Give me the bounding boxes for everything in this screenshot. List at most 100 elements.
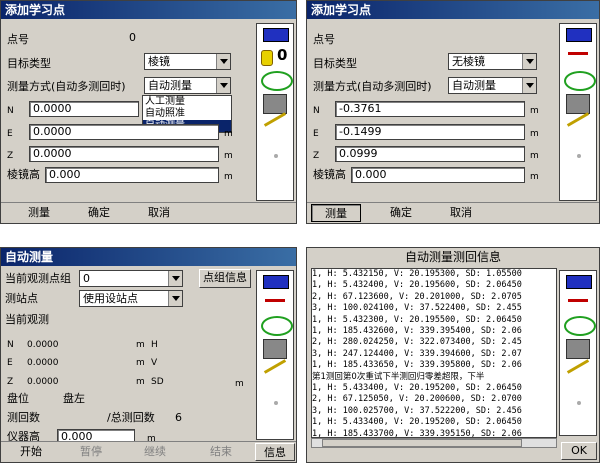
n-field[interactable]: -0.3761 bbox=[335, 101, 525, 117]
log-line: 1, H: 5.432400, V: 20.195600, SD: 2.0645… bbox=[312, 280, 522, 291]
add-point-dialog-1: 添加学习点 点号 0 目标类型 棱镜 测量方式(自动多测回时) 自动测量 人工测… bbox=[0, 0, 297, 224]
option-auto-aim[interactable]: 自动照准 bbox=[143, 108, 231, 120]
e-label: E bbox=[7, 129, 13, 139]
e-field[interactable]: -0.1499 bbox=[335, 124, 525, 140]
total-rounds-value: 6 bbox=[175, 411, 182, 424]
prism-height-field[interactable]: 0.000 bbox=[351, 167, 525, 183]
ok-button[interactable]: 确定 bbox=[79, 204, 119, 222]
dot-icon bbox=[577, 154, 581, 158]
measure-button[interactable]: 测量 bbox=[19, 204, 59, 222]
rounds-label: 测回数 bbox=[7, 411, 40, 424]
z-field[interactable]: 0.0999 bbox=[335, 146, 525, 162]
dot-icon bbox=[274, 401, 278, 405]
continue-button[interactable]: 继续 bbox=[129, 443, 181, 461]
end-button[interactable]: 结束 bbox=[195, 443, 247, 461]
log-line: 1, H: 5.432150, V: 20.195300, SD: 1.0550… bbox=[312, 269, 522, 279]
ok-button[interactable]: 确定 bbox=[381, 204, 421, 222]
satellite-icon bbox=[564, 71, 596, 91]
z-value: 0.0000 bbox=[27, 377, 59, 387]
chevron-down-icon[interactable] bbox=[522, 78, 536, 93]
n-field[interactable]: 0.0000 bbox=[29, 101, 139, 117]
n-label: N bbox=[7, 340, 14, 350]
instrument-icon bbox=[263, 339, 287, 359]
measure-button[interactable]: 测量 bbox=[311, 204, 361, 222]
prism-height-label: 棱镜高 bbox=[313, 168, 346, 181]
target-type-value: 棱镜 bbox=[148, 55, 170, 68]
log-line: 2, H: 280.024250, V: 322.073400, SD: 2.4… bbox=[312, 337, 522, 348]
station-value: 使用设站点 bbox=[83, 292, 138, 305]
chevron-down-icon[interactable] bbox=[168, 271, 182, 286]
info-button[interactable]: 信息 bbox=[255, 443, 295, 461]
laser-icon bbox=[566, 359, 590, 374]
arrow-target-icon bbox=[568, 299, 588, 302]
status-sidebar bbox=[256, 270, 294, 440]
auto-measure-dialog: 自动测量 当前观测点组 0 点组信息 测站点 使用设站点 当前观测 N 0.00… bbox=[0, 247, 297, 463]
prism-unit: m bbox=[224, 172, 233, 182]
group-info-button[interactable]: 点组信息 bbox=[199, 269, 251, 288]
chevron-down-icon[interactable] bbox=[168, 291, 182, 306]
ok-button[interactable]: OK bbox=[561, 442, 597, 460]
log-line: 2, H: 67.125050, V: 20.200600, SD: 2.070… bbox=[312, 394, 522, 405]
battery-icon bbox=[566, 28, 592, 42]
mode-value: 自动测量 bbox=[148, 79, 192, 92]
n-value: 0.0000 bbox=[27, 340, 59, 350]
sd-label: SD bbox=[151, 377, 164, 387]
dot-icon bbox=[274, 154, 278, 158]
instrument-icon bbox=[566, 94, 590, 114]
option-manual[interactable]: 人工测量 bbox=[143, 96, 231, 108]
chevron-down-icon[interactable] bbox=[522, 54, 536, 69]
round-info-dialog: 自动测量测回信息 1, H: 5.432150, V: 20.195300, S… bbox=[306, 247, 600, 463]
z-label: Z bbox=[313, 151, 320, 161]
log-line: 1, H: 185.433650, V: 339.395800, SD: 2.0… bbox=[312, 360, 522, 371]
mode-select[interactable]: 自动测量 bbox=[448, 77, 537, 94]
status-sidebar bbox=[559, 270, 597, 436]
current-obs-label: 当前观测 bbox=[5, 313, 49, 326]
round-info-log[interactable]: 1, H: 5.432150, V: 20.195300, SD: 1.0550… bbox=[311, 268, 557, 438]
z-field[interactable]: 0.0000 bbox=[29, 146, 219, 162]
log-line: 1, H: 185.433700, V: 339.395150, SD: 2.0… bbox=[312, 428, 522, 438]
target-type-label: 目标类型 bbox=[313, 57, 357, 70]
group-select[interactable]: 0 bbox=[79, 270, 183, 287]
pause-button[interactable]: 暂停 bbox=[65, 443, 117, 461]
z-unit: m bbox=[224, 151, 233, 161]
log-line: 第1测回第0次重试下半测回归零差超限，下半 bbox=[312, 371, 485, 382]
satellite-icon bbox=[564, 316, 596, 336]
chevron-down-icon[interactable] bbox=[216, 78, 230, 93]
log-line: 2, H: 67.123600, V: 20.201000, SD: 2.070… bbox=[312, 291, 522, 302]
button-bar: 开始 暂停 继续 结束 信息 bbox=[1, 441, 296, 462]
face-value: 盘左 bbox=[63, 392, 85, 405]
e-field[interactable]: 0.0000 bbox=[29, 124, 219, 140]
horizontal-scrollbar[interactable] bbox=[311, 438, 557, 448]
e-unit: m bbox=[136, 358, 145, 368]
cancel-button[interactable]: 取消 bbox=[139, 204, 179, 222]
h-label: H bbox=[151, 340, 158, 350]
mode-label: 测量方式(自动多测回时) bbox=[313, 80, 432, 93]
mode-select[interactable]: 自动测量 bbox=[144, 77, 231, 94]
station-select[interactable]: 使用设站点 bbox=[79, 290, 183, 307]
n-label: N bbox=[313, 106, 320, 116]
dialog-title: 自动测量测回信息 bbox=[307, 248, 599, 266]
battery-icon bbox=[566, 275, 592, 289]
satellite-icon bbox=[261, 316, 293, 336]
scroll-thumb[interactable] bbox=[322, 439, 522, 447]
target-type-select[interactable]: 无棱镜 bbox=[448, 53, 537, 70]
log-line: 3, H: 100.025700, V: 37.522200, SD: 2.45… bbox=[312, 405, 522, 416]
point-no-label: 点号 bbox=[313, 33, 335, 46]
z-unit: m bbox=[136, 377, 145, 387]
instrument-icon bbox=[566, 339, 590, 359]
start-button[interactable]: 开始 bbox=[11, 443, 51, 461]
prism-height-field[interactable]: 0.000 bbox=[45, 167, 219, 183]
log-line: 1, H: 5.432300, V: 20.195500, SD: 2.0645… bbox=[312, 314, 522, 325]
cancel-button[interactable]: 取消 bbox=[441, 204, 481, 222]
target-type-select[interactable]: 棱镜 bbox=[144, 53, 231, 70]
station-label: 测站点 bbox=[5, 292, 38, 305]
v-label: V bbox=[151, 358, 158, 368]
log-line: 3, H: 100.024100, V: 37.522400, SD: 2.45… bbox=[312, 303, 522, 314]
chevron-down-icon[interactable] bbox=[216, 54, 230, 69]
e-label: E bbox=[313, 129, 319, 139]
status-sidebar: 0 bbox=[256, 23, 294, 201]
log-line: 1, H: 5.433400, V: 20.195200, SD: 2.0645… bbox=[312, 383, 522, 394]
total-rounds-label: /总测回数 bbox=[107, 411, 155, 424]
laser-icon bbox=[566, 112, 590, 127]
dialog-title: 添加学习点 bbox=[1, 1, 296, 19]
